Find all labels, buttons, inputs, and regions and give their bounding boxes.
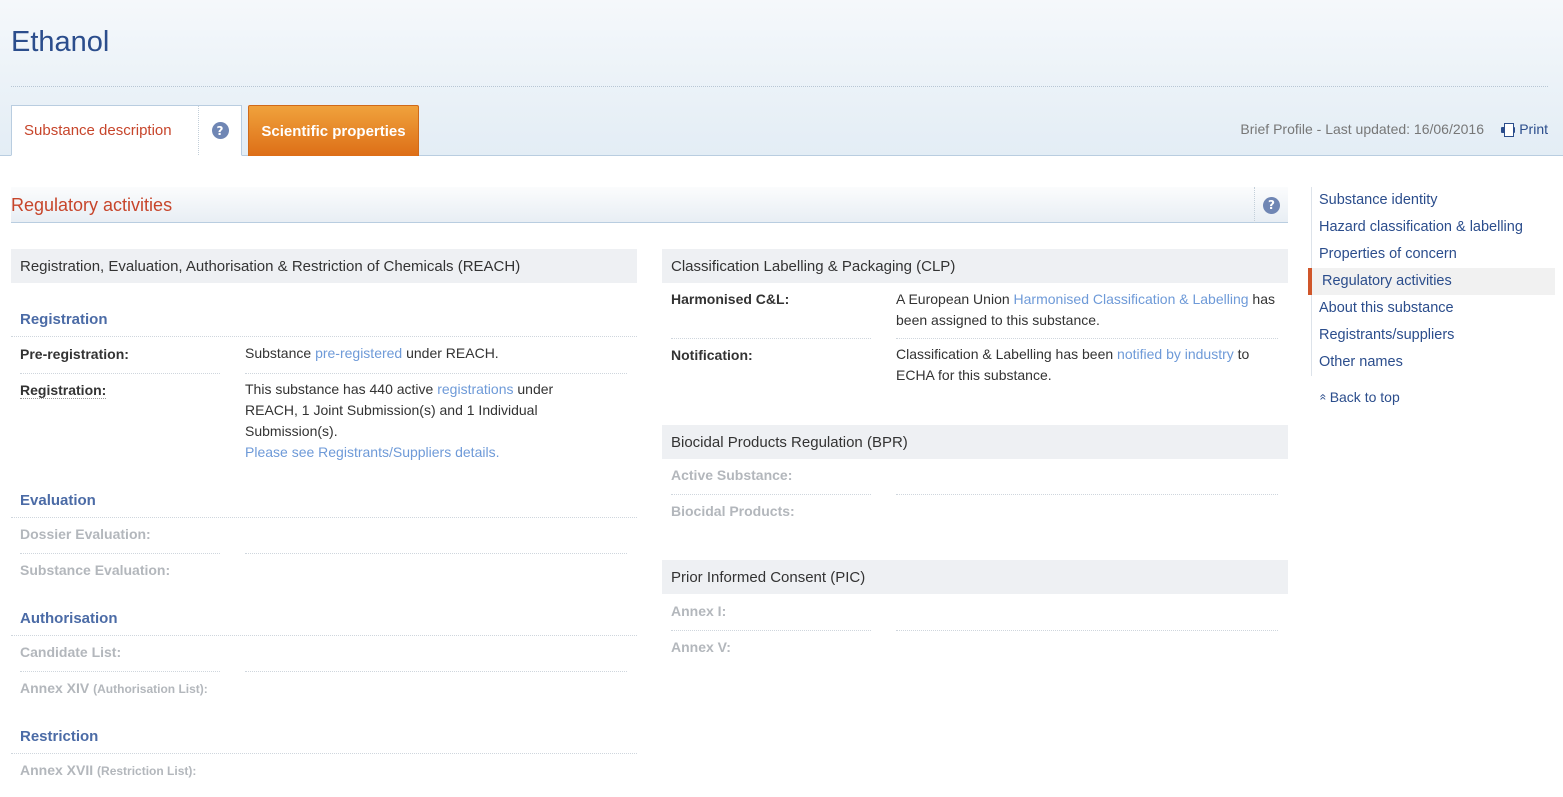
back-to-top-label: Back to top <box>1329 389 1400 405</box>
divider <box>20 553 220 554</box>
pre-registration-text: Substance <box>245 345 316 361</box>
bpr-panel-heading: Biocidal Products Regulation (BPR) <box>662 425 1288 459</box>
divider <box>245 671 627 672</box>
divider <box>11 517 637 518</box>
candidate-list-label: Candidate List: <box>20 644 122 660</box>
harmonised-cl-label: Harmonised C&L: <box>671 291 790 307</box>
section-title: Regulatory activities <box>11 195 173 215</box>
divider <box>245 553 627 554</box>
notified-by-industry-link[interactable]: notified by industry <box>1117 346 1234 362</box>
authorisation-heading: Authorisation <box>20 610 118 627</box>
dossier-evaluation-label: Dossier Evaluation: <box>20 526 151 542</box>
biocidal-products-label: Biocidal Products: <box>671 503 795 519</box>
nav-item-other-names[interactable]: Other names <box>1312 349 1555 376</box>
tab-substance-description[interactable]: Substance description ? <box>11 105 242 156</box>
nav-item-about-this-substance[interactable]: About this substance <box>1312 295 1555 322</box>
active-substance-label: Active Substance: <box>671 467 793 483</box>
reach-panel-heading: Registration, Evaluation, Authorisation … <box>11 249 637 283</box>
divider <box>245 373 627 374</box>
page-header: Ethanol Substance description ? Scientif… <box>0 0 1563 156</box>
annex-xvii-small: (Restriction List): <box>97 764 197 778</box>
pre-registration-text-end: under REACH. <box>402 345 499 361</box>
registration-heading: Registration <box>20 311 108 328</box>
registration-value: This substance has 440 active registrati… <box>245 379 605 463</box>
annex-xvii-main: Annex XVII <box>20 762 94 778</box>
harmonised-cl-link[interactable]: Harmonised Classification & Labelling <box>1014 291 1249 307</box>
nav-item-registrants-suppliers[interactable]: Registrants/suppliers <box>1312 322 1555 349</box>
harmonised-cl-text: A European Union <box>896 291 1014 307</box>
registrations-link[interactable]: registrations <box>437 381 513 397</box>
divider <box>20 373 220 374</box>
annex-xvii-label: Annex XVII (Restriction List): <box>20 762 196 778</box>
print-button[interactable]: Print <box>1501 121 1548 137</box>
nav-item-hazard-classification[interactable]: Hazard classification & labelling <box>1312 214 1555 241</box>
chevron-up-icon: « <box>1316 393 1331 401</box>
divider <box>896 494 1278 495</box>
annex-xiv-small: (Authorisation List): <box>93 682 208 696</box>
help-icon[interactable]: ? <box>211 122 229 139</box>
annex-xiv-main: Annex XIV <box>20 680 90 696</box>
harmonised-cl-value: A European Union Harmonised Classificati… <box>896 289 1281 331</box>
pre-registration-label: Pre-registration: <box>20 346 129 362</box>
nav-item-properties-of-concern[interactable]: Properties of concern <box>1312 241 1555 268</box>
side-navigation: Substance identity Hazard classification… <box>1308 187 1555 376</box>
printer-icon <box>1501 123 1516 137</box>
annex-v-label: Annex V: <box>671 639 731 655</box>
restriction-heading: Restriction <box>20 728 99 745</box>
nav-item-regulatory-activities[interactable]: Regulatory activities <box>1308 268 1555 295</box>
page-title: Ethanol <box>11 26 110 58</box>
tab-scientific-properties[interactable]: Scientific properties <box>248 105 419 156</box>
back-to-top-link[interactable]: « Back to top <box>1316 389 1400 405</box>
print-label: Print <box>1519 121 1548 137</box>
section-bar: Regulatory activities ? <box>11 187 1288 223</box>
section-help-icon[interactable]: ? <box>1263 196 1280 214</box>
divider <box>11 635 637 636</box>
notification-label: Notification: <box>671 347 753 363</box>
divider <box>671 338 871 339</box>
substance-evaluation-label: Substance Evaluation: <box>20 562 171 578</box>
annex-xiv-label: Annex XIV (Authorisation List): <box>20 680 208 696</box>
divider <box>11 336 637 337</box>
divider <box>671 494 871 495</box>
clp-panel-heading: Classification Labelling & Packaging (CL… <box>662 249 1288 283</box>
notification-value: Classification & Labelling has been noti… <box>896 344 1281 386</box>
title-divider <box>11 86 1548 87</box>
divider <box>11 753 637 754</box>
divider <box>896 630 1278 631</box>
pic-panel-heading: Prior Informed Consent (PIC) <box>662 560 1288 594</box>
annex-i-label: Annex I: <box>671 603 727 619</box>
pre-registered-link[interactable]: pre-registered <box>315 345 402 361</box>
registrants-details-link[interactable]: Please see Registrants/Suppliers details… <box>245 444 499 460</box>
registration-label[interactable]: Registration: <box>20 382 107 399</box>
divider <box>671 630 871 631</box>
evaluation-heading: Evaluation <box>20 492 96 509</box>
divider <box>896 338 1278 339</box>
notification-text: Classification & Labelling has been <box>896 346 1118 362</box>
nav-item-substance-identity[interactable]: Substance identity <box>1312 187 1555 214</box>
pre-registration-value: Substance pre-registered under REACH. <box>245 343 627 364</box>
last-updated-text: Brief Profile - Last updated: 16/06/2016 <box>1240 121 1484 137</box>
divider <box>20 671 220 672</box>
registration-text: This substance has 440 active <box>245 381 438 397</box>
tab-substance-description-label[interactable]: Substance description <box>12 106 199 155</box>
